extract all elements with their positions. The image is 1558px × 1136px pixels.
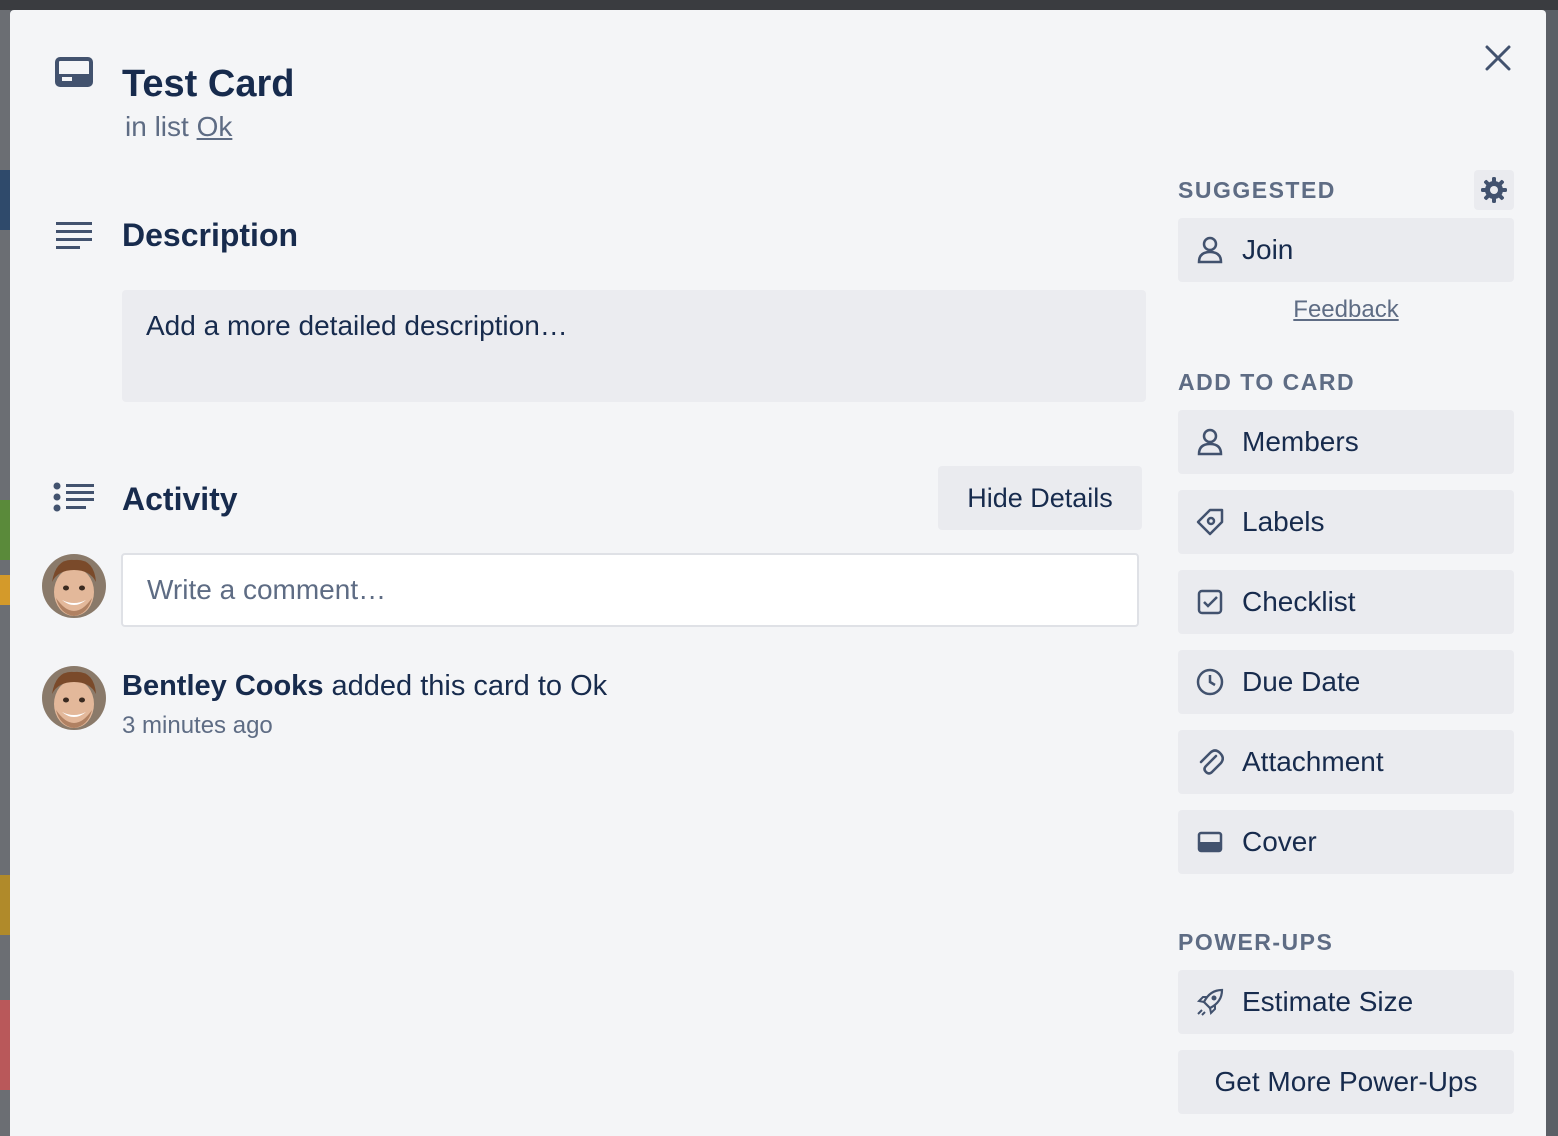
tag-icon [1196,508,1224,536]
card-icon [54,56,94,90]
backdrop-card-strip [0,170,10,230]
labels-button[interactable]: Labels [1178,490,1514,554]
gear-icon [1481,177,1507,203]
members-button[interactable]: Members [1178,410,1514,474]
comment-input[interactable]: Write a comment… [121,553,1139,627]
activity-icon [52,482,96,514]
power-ups-heading: POWER-UPS [1178,929,1334,955]
members-label: Members [1242,426,1359,457]
checkbox-icon [1196,588,1224,616]
checklist-button[interactable]: Checklist [1178,570,1514,634]
suggested-heading: SUGGESTED [1178,177,1336,203]
list-link[interactable]: Ok [197,111,233,142]
cover-label: Cover [1242,826,1317,857]
attachment-button[interactable]: Attachment [1178,730,1514,794]
card-title[interactable]: Test Card [122,60,294,108]
person-icon [1196,236,1224,264]
join-button[interactable]: Join [1178,218,1514,282]
join-label: Join [1242,234,1294,265]
feedback-link[interactable]: Feedback [1178,294,1514,326]
estimate-size-label: Estimate Size [1242,986,1414,1017]
due-date-button[interactable]: Due Date [1178,650,1514,714]
add-to-card-heading: ADD TO CARD [1178,369,1356,395]
paperclip-icon [1196,748,1224,776]
activity-entry: Bentley Cooks added this card to Ok [122,666,607,706]
estimate-size-button[interactable]: Estimate Size [1178,970,1514,1034]
rocket-icon [1196,988,1224,1016]
due-date-label: Due Date [1242,666,1361,697]
activity-action: added this card to Ok [331,670,608,702]
card-detail-modal: Test Card in list Ok Description Add a m… [10,10,1546,1136]
card-list-info: in list Ok [125,110,232,144]
activity-timestamp[interactable]: 3 minutes ago [122,710,273,742]
suggested-settings-button[interactable] [1474,170,1514,210]
backdrop-card-strip [0,1000,10,1090]
close-icon [1485,45,1511,71]
avatar[interactable] [42,554,106,618]
in-list-prefix: in list [125,111,189,142]
backdrop-card-strip [0,875,10,935]
backdrop-card-strip [0,575,10,605]
clock-icon [1196,668,1224,696]
checklist-label: Checklist [1242,586,1356,617]
attachment-label: Attachment [1242,746,1384,777]
avatar[interactable] [42,666,106,730]
description-heading: Description [122,217,299,253]
close-button[interactable] [1478,38,1518,78]
description-editor[interactable]: Add a more detailed description… [122,290,1146,402]
activity-user[interactable]: Bentley Cooks [122,670,323,702]
backdrop-top [0,0,1558,10]
hide-details-button[interactable]: Hide Details [938,466,1142,530]
activity-heading: Activity [122,481,238,517]
person-icon [1196,428,1224,456]
cover-icon [1196,828,1224,856]
labels-label: Labels [1242,506,1325,537]
description-icon [54,220,94,252]
get-more-power-ups-button[interactable]: Get More Power-Ups [1178,1050,1514,1114]
backdrop-card-strip [0,500,10,560]
cover-button[interactable]: Cover [1178,810,1514,874]
